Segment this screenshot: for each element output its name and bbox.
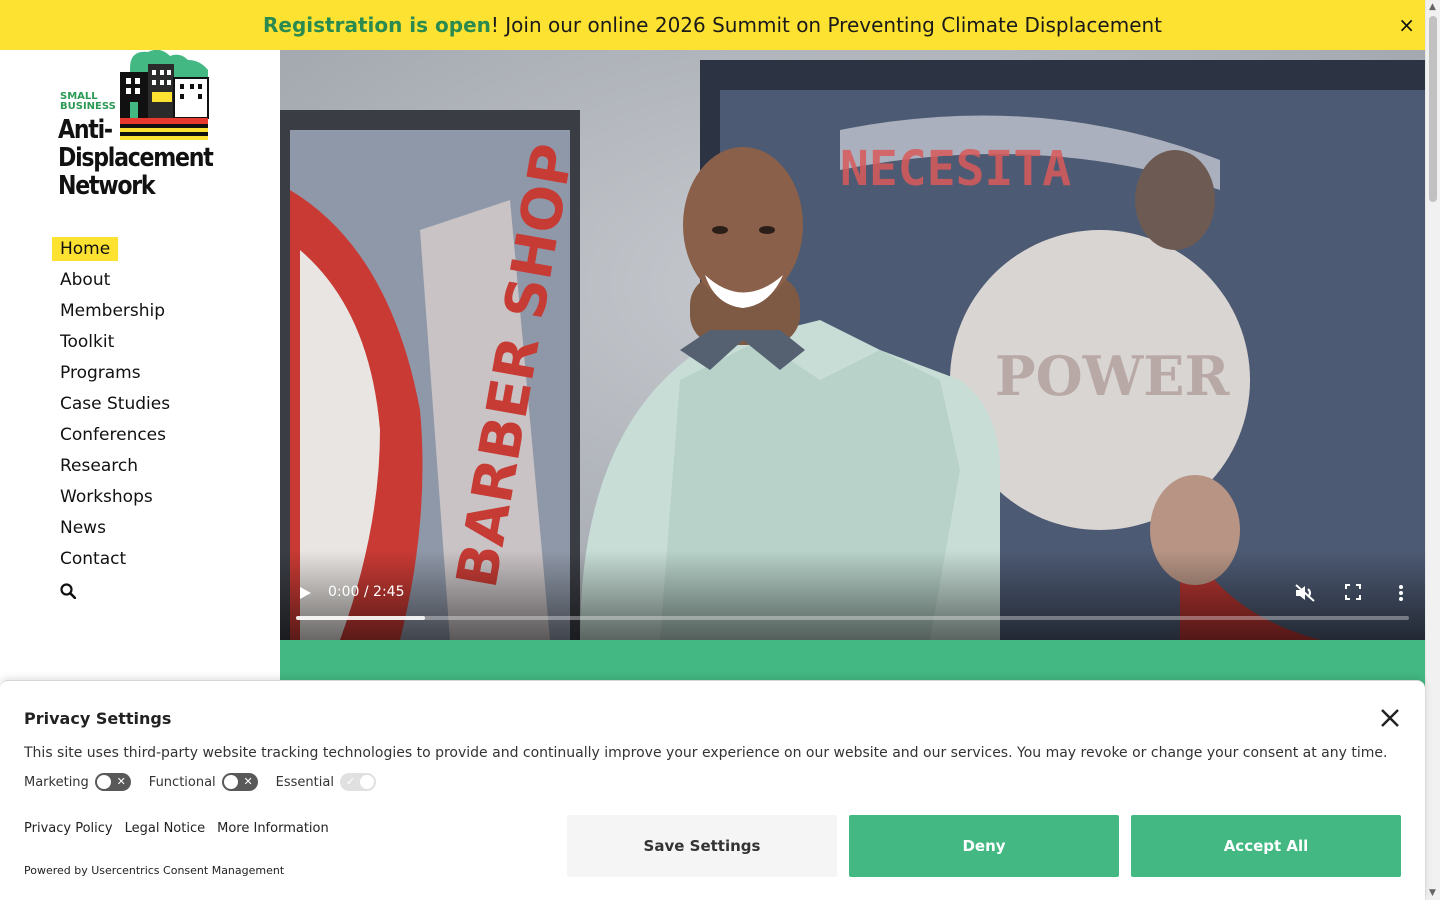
nav-item-home[interactable]: Home [52, 236, 178, 267]
more-options-icon[interactable] [1397, 584, 1405, 602]
site-logo[interactable]: SMALL BUSINESS Anti- Displacement Networ… [58, 50, 218, 210]
nav-item-contact[interactable]: Contact [52, 546, 178, 577]
banner-highlight[interactable]: Registration is open [263, 13, 491, 37]
functional-toggle[interactable]: ✕ [221, 773, 258, 791]
search-icon[interactable] [60, 583, 76, 599]
toggle-label-essential: Essential [275, 774, 334, 790]
scroll-up-icon[interactable]: ▲ [1429, 2, 1436, 12]
nav-item-case-studies[interactable]: Case Studies [52, 391, 178, 422]
page-scrollbar[interactable]: ▲ ▼ [1425, 0, 1440, 900]
more-information-link[interactable]: More Information [217, 821, 329, 836]
logo-small-business: SMALL BUSINESS [60, 91, 116, 112]
scroll-thumb[interactable] [1429, 16, 1437, 202]
nav-item-programs[interactable]: Programs [52, 360, 178, 391]
privacy-description: This site uses third-party website track… [24, 745, 1388, 761]
privacy-settings-dialog: Privacy Settings This site uses third-pa… [0, 680, 1425, 900]
marketing-toggle[interactable]: ✕ [94, 773, 131, 791]
nav-item-conferences[interactable]: Conferences [52, 422, 178, 453]
nav-label-membership: Membership [60, 301, 166, 321]
nav-label-news: News [60, 518, 106, 538]
deny-button[interactable]: Deny [849, 815, 1119, 877]
svg-text:POWER: POWER [995, 344, 1230, 408]
toggle-off-icon: ✕ [243, 775, 253, 788]
consent-toggles: Marketing ✕ Functional ✕ Essential ✓ [24, 773, 394, 791]
privacy-title: Privacy Settings [24, 709, 172, 728]
hero-video[interactable]: BARBER SHOP POWER NECESITA 0:00 / 2:45 [280, 50, 1425, 640]
nav-item-about[interactable]: About [52, 267, 178, 298]
legal-notice-link[interactable]: Legal Notice [125, 821, 206, 836]
accept-all-button[interactable]: Accept All [1131, 815, 1401, 877]
scroll-down-icon[interactable]: ▼ [1429, 888, 1436, 898]
fullscreen-icon[interactable] [1345, 584, 1361, 600]
essential-toggle: ✓ [339, 773, 376, 791]
nav-label-programs: Programs [60, 363, 141, 383]
nav-item-research[interactable]: Research [52, 453, 178, 484]
announcement-banner: Registration is open! Join our online 20… [0, 0, 1425, 50]
toggle-check-icon: ✓ [345, 775, 356, 788]
toggle-functional-group: Functional ✕ [149, 773, 258, 791]
main-nav: Home About Membership Toolkit Programs C… [52, 236, 178, 577]
logo-tagline: SMALL BUSINESS [60, 92, 116, 112]
video-progress-fill [296, 616, 426, 620]
banner-close-button[interactable]: × [1398, 13, 1415, 37]
nav-label-home: Home [52, 237, 119, 261]
video-time: 0:00 / 2:45 [328, 584, 405, 600]
video-controls: 0:00 / 2:45 [280, 550, 1425, 640]
toggle-label-functional: Functional [148, 774, 216, 790]
muted-volume-icon[interactable] [1295, 584, 1315, 602]
video-progress-bar[interactable] [296, 616, 1409, 620]
nav-item-membership[interactable]: Membership [52, 298, 178, 329]
nav-item-news[interactable]: News [52, 515, 178, 546]
nav-label-about: About [60, 270, 111, 290]
nav-label-case-studies: Case Studies [60, 394, 171, 414]
toggle-essential-group: Essential ✓ [276, 773, 376, 791]
nav-label-toolkit: Toolkit [60, 332, 115, 352]
privacy-links: Privacy Policy Legal Notice More Informa… [24, 821, 341, 836]
nav-item-toolkit[interactable]: Toolkit [52, 329, 178, 360]
save-settings-button[interactable]: Save Settings [567, 815, 837, 877]
toggle-marketing-group: Marketing ✕ [24, 773, 131, 791]
toggle-off-icon: ✕ [116, 775, 126, 788]
banner-text[interactable]: ! Join our online 2026 Summit on Prevent… [491, 13, 1162, 37]
nav-item-workshops[interactable]: Workshops [52, 484, 178, 515]
toggle-label-marketing: Marketing [24, 774, 89, 790]
nav-label-contact: Contact [60, 549, 127, 569]
svg-text:NECESITA: NECESITA [840, 141, 1071, 197]
close-icon[interactable] [1379, 707, 1401, 729]
logo-name: Anti- Displacement Network [58, 115, 214, 201]
powered-by-text[interactable]: Powered by Usercentrics Consent Manageme… [24, 864, 284, 877]
privacy-policy-link[interactable]: Privacy Policy [24, 821, 113, 836]
nav-label-conferences: Conferences [60, 425, 167, 445]
play-icon[interactable] [298, 586, 312, 600]
nav-label-workshops: Workshops [60, 487, 153, 507]
nav-label-research: Research [60, 456, 138, 476]
